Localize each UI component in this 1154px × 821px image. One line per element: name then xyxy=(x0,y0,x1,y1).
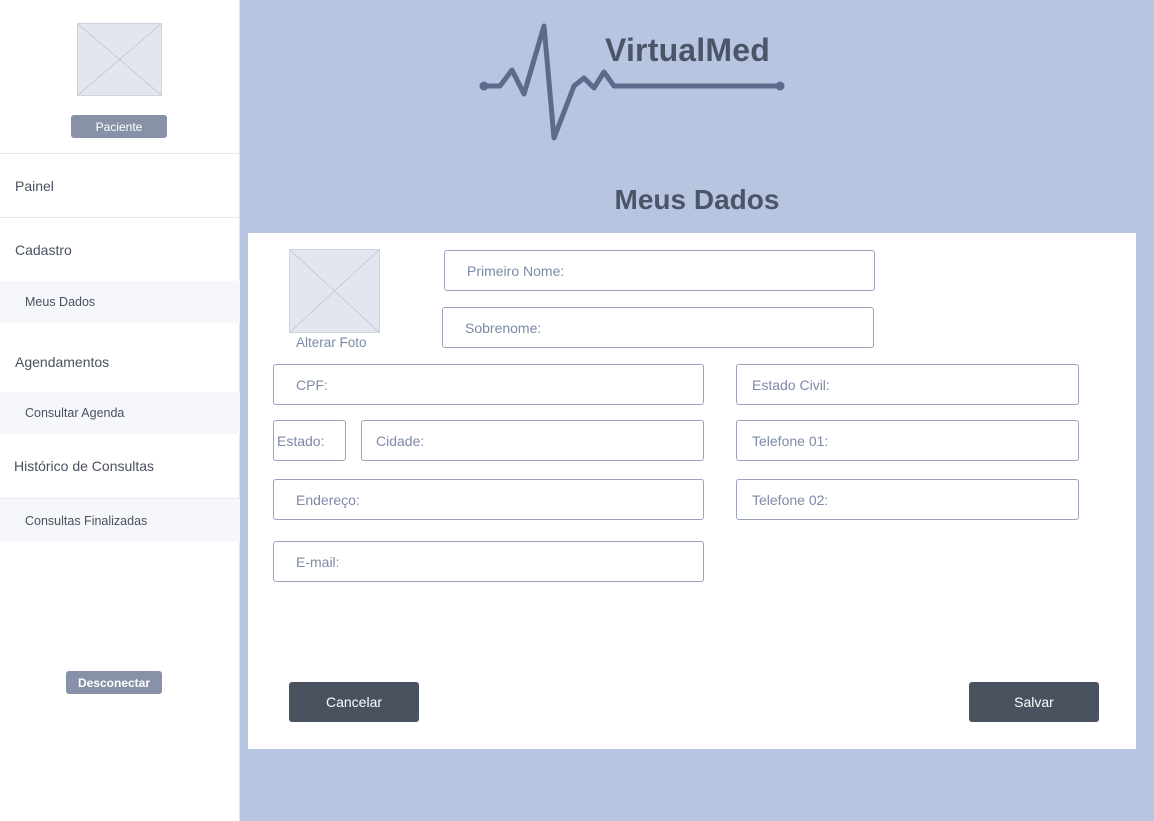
brand-name: VirtualMed xyxy=(605,32,770,68)
sidebar-item-painel[interactable]: Painel xyxy=(0,153,240,217)
sidebar-subitem-consultas-finalizadas[interactable]: Consultas Finalizadas xyxy=(0,498,240,542)
email-field[interactable]: E-mail: xyxy=(273,541,704,582)
sidebar-item-cadastro[interactable]: Cadastro xyxy=(0,217,240,281)
photo-image-placeholder-icon[interactable] xyxy=(289,249,380,333)
last-name-field[interactable]: Sobrenome: xyxy=(442,307,874,348)
cpf-field[interactable]: CPF: xyxy=(273,364,704,405)
city-field[interactable]: Cidade: xyxy=(361,420,704,461)
sidebar: Paciente Painel Cadastro Meus Dados Agen… xyxy=(0,0,240,821)
cancel-button[interactable]: Cancelar xyxy=(289,682,419,722)
save-button[interactable]: Salvar xyxy=(969,682,1099,722)
avatar-image-placeholder-icon xyxy=(77,23,162,96)
role-badge[interactable]: Paciente xyxy=(71,115,167,138)
sidebar-subitem-meus-dados[interactable]: Meus Dados xyxy=(0,281,240,323)
phone1-field[interactable]: Telefone 01: xyxy=(736,420,1079,461)
sidebar-subitem-consultar-agenda[interactable]: Consultar Agenda xyxy=(0,392,240,434)
sidebar-item-agendamentos[interactable]: Agendamentos xyxy=(0,330,240,394)
first-name-field[interactable]: Primeiro Nome: xyxy=(444,250,875,291)
change-photo-link[interactable]: Alterar Foto xyxy=(296,335,367,350)
logout-button[interactable]: Desconectar xyxy=(66,671,162,694)
sidebar-item-historico[interactable]: Histórico de Consultas xyxy=(0,434,240,498)
phone2-field[interactable]: Telefone 02: xyxy=(736,479,1079,520)
state-field[interactable]: Estado: xyxy=(273,420,346,461)
marital-status-field[interactable]: Estado Civil: xyxy=(736,364,1079,405)
address-field[interactable]: Endereço: xyxy=(273,479,704,520)
page-title: Meus Dados xyxy=(614,184,780,215)
